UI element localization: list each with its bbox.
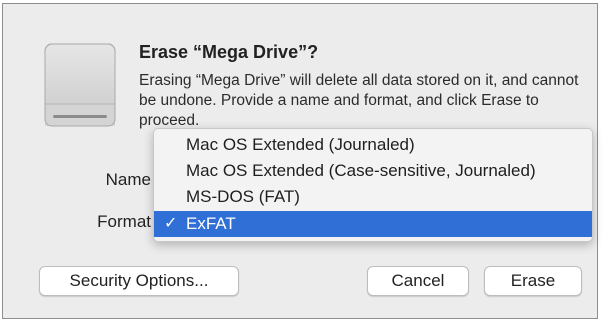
checkmark-icon: ✓ xyxy=(164,215,178,232)
menu-item-label: MS-DOS (FAT) xyxy=(186,187,300,206)
menu-item-label: Mac OS Extended (Journaled) xyxy=(186,135,415,154)
dialog-title: Erase “Mega Drive”? xyxy=(139,42,319,62)
cancel-button[interactable]: Cancel xyxy=(367,266,469,296)
menu-item-label: Mac OS Extended (Case-sensitive, Journal… xyxy=(186,161,536,180)
format-dropdown-menu[interactable]: Mac OS Extended (Journaled) Mac OS Exten… xyxy=(153,128,593,242)
menu-item-exfat[interactable]: ✓ ExFAT xyxy=(154,211,592,237)
dialog-description: Erasing “Mega Drive” will delete all dat… xyxy=(139,72,579,129)
format-label: Format xyxy=(97,212,151,231)
menu-item-label: ExFAT xyxy=(186,214,236,233)
erase-button[interactable]: Erase xyxy=(484,266,582,296)
external-drive-icon xyxy=(44,43,116,127)
menu-item-mac-os-extended-case-sensitive[interactable]: Mac OS Extended (Case-sensitive, Journal… xyxy=(154,158,592,184)
erase-dialog: Erase “Mega Drive”? Erasing “Mega Drive”… xyxy=(2,3,598,319)
menu-item-ms-dos-fat[interactable]: MS-DOS (FAT) xyxy=(154,184,592,210)
name-label: Name xyxy=(105,170,151,189)
menu-item-mac-os-extended-journaled[interactable]: Mac OS Extended (Journaled) xyxy=(154,132,592,158)
security-options-button[interactable]: Security Options... xyxy=(39,266,239,296)
